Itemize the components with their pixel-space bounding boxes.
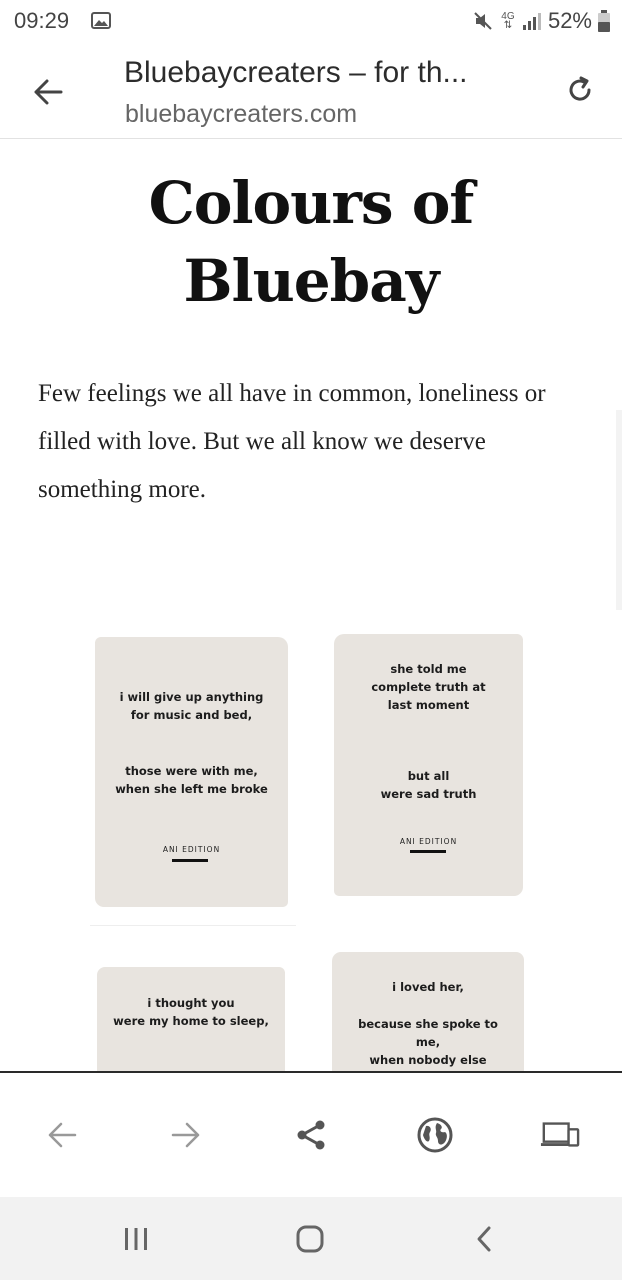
- card-1-text-bottom: those were with me, when she left me brok…: [115, 764, 268, 796]
- card-2-edition-bar: [410, 850, 446, 853]
- system-navigation-bar: [0, 1197, 622, 1280]
- share-icon: [297, 1120, 325, 1150]
- scroll-edge: [616, 410, 622, 610]
- quote-card-3[interactable]: i thought you were my home to sleep,: [97, 967, 285, 1071]
- signal-icon: [522, 13, 541, 30]
- recent-apps-icon: [125, 1228, 147, 1250]
- forward-arrow-icon: [171, 1122, 200, 1148]
- home-button[interactable]: [290, 1219, 330, 1259]
- card-4-text-bottom: because she spoke to me, when nobody else: [358, 1017, 498, 1067]
- reload-button[interactable]: [560, 70, 600, 110]
- card-2-text-top: she told me complete truth at last moment: [371, 662, 486, 712]
- headline-line-2: Bluebay: [183, 247, 440, 315]
- globe-icon: [417, 1117, 453, 1153]
- quote-card-4[interactable]: i loved her, because she spoke to me, when…: [332, 952, 524, 1071]
- card-4-text-top: i loved her,: [392, 980, 464, 994]
- card-1-text-top: i will give up anything for music and bed…: [119, 690, 264, 722]
- back-arrow-icon: [34, 79, 63, 105]
- status-bar: 09:29 4G ⇅ 52%: [0, 0, 622, 44]
- card-1-edition-bar: [172, 859, 208, 862]
- mute-icon: [474, 12, 492, 30]
- article-headline: Colours of Bluebay: [0, 164, 622, 320]
- quote-card-2[interactable]: she told me complete truth at last moment …: [334, 634, 523, 896]
- devices-icon: [540, 1122, 580, 1147]
- status-time: 09:29: [14, 8, 70, 33]
- recent-apps-button[interactable]: [116, 1219, 156, 1259]
- card-divider: [90, 925, 296, 926]
- page-title: Bluebaycreaters – for th...: [124, 56, 468, 89]
- battery-icon: [598, 10, 610, 32]
- status-indicators: 4G ⇅ 52%: [472, 8, 610, 34]
- web-content: Colours of Bluebay Few feelings we all h…: [0, 140, 622, 1071]
- card-2-text-bottom: but all were sad truth: [380, 769, 477, 801]
- card-2-edition: ANI EDITION: [399, 837, 458, 846]
- toolbar-back-button[interactable]: [42, 1115, 82, 1155]
- toolbar-devices-button[interactable]: [540, 1115, 580, 1155]
- system-back-button[interactable]: [464, 1219, 504, 1259]
- network-type: 4G ⇅: [501, 11, 515, 31]
- home-icon: [296, 1225, 324, 1253]
- page-url[interactable]: bluebaycreaters.com: [125, 100, 357, 129]
- toolbar-share-button[interactable]: [291, 1115, 331, 1155]
- article-intro: Few feelings we all have in common, lone…: [38, 380, 546, 503]
- gallery-notification-icon: [91, 12, 111, 29]
- headline-line-1: Colours of: [148, 169, 475, 237]
- back-button[interactable]: [28, 72, 68, 112]
- browser-top-bar: Bluebaycreaters – for th... bluebaycreat…: [0, 44, 622, 139]
- quote-card-1[interactable]: i will give up anything for music and bed…: [95, 637, 288, 907]
- toolbar-forward-button[interactable]: [166, 1115, 206, 1155]
- card-1-edition: ANI EDITION: [162, 845, 221, 854]
- toolbar-globe-button[interactable]: [415, 1115, 455, 1155]
- system-back-icon: [477, 1226, 491, 1252]
- reload-icon: [569, 76, 591, 101]
- battery-percent: 52%: [547, 8, 592, 33]
- card-3-text-top: i thought you were my home to sleep,: [113, 996, 269, 1028]
- back-arrow-icon: [48, 1122, 77, 1148]
- browser-bottom-toolbar: [0, 1071, 622, 1197]
